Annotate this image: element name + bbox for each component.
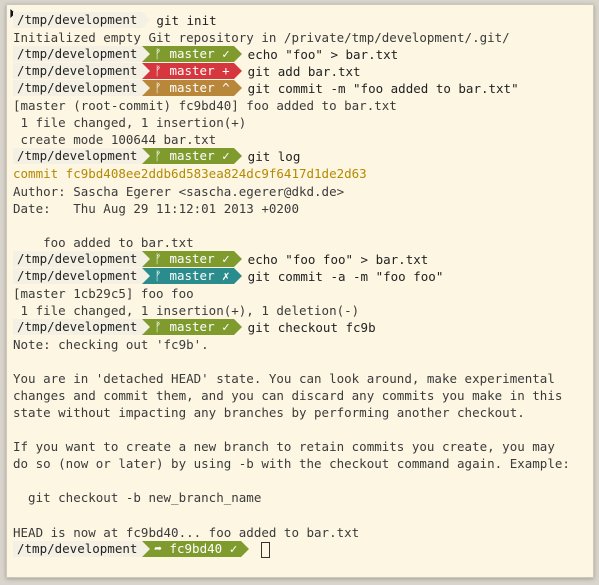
prompt-separator-arrow [142, 148, 151, 165]
output-line: commit fc9bd408ee2ddb6d583ea824dc9f6417d… [13, 166, 367, 182]
git-branch-segment: ᚠ master ✓ [150, 318, 234, 335]
prompt-directory: /tmp/development [13, 12, 143, 28]
output-line: foo added to bar.txt [13, 234, 194, 250]
prompt-separator-arrow [142, 63, 151, 80]
command-text: echo "foo foo" > bar.txt [247, 251, 429, 267]
git-status-icon: ^ [222, 80, 230, 96]
git-branch-icon: ᚠ [154, 148, 170, 164]
git-branch-name: master [169, 148, 215, 164]
prompt-directory: /tmp/development [13, 63, 143, 80]
git-branch-name: master [169, 63, 215, 79]
output-line: create mode 100644 bar.txt [13, 132, 217, 148]
git-branch-name: master [169, 267, 215, 283]
command-text: git commit -a -m "foo foo" [247, 268, 444, 284]
git-branch-segment: ᚠ master ^ [150, 80, 234, 97]
output-line: You are in 'detached HEAD' state. You ca… [13, 371, 555, 387]
git-branch-icon: ᚠ [154, 46, 170, 62]
git-status-icon: ✗ [222, 267, 230, 283]
output-line: [master 1cb29c5] foo foo [13, 285, 194, 301]
git-status-icon: ✓ [222, 250, 230, 266]
output-line: Note: checking out 'fc9b'. [13, 336, 209, 352]
output-line: changes and commit them, and you can dis… [13, 388, 563, 404]
prompt-end-arrow [233, 318, 242, 335]
output-line: 1 file changed, 1 insertion(+), 1 deleti… [13, 302, 360, 318]
output-line: 1 file changed, 1 insertion(+) [13, 115, 247, 131]
output-line: Author: Sascha Egerer <sascha.egerer@dkd… [13, 183, 345, 199]
command-text: git add bar.txt [247, 64, 361, 80]
prompt-end-arrow [233, 46, 242, 63]
git-branch-name: master [169, 80, 215, 96]
git-status-icon: ✓ [222, 318, 230, 334]
prompt-separator-arrow [142, 250, 151, 267]
prompt-separator-arrow [142, 46, 151, 63]
git-branch-segment: ᚠ master + [150, 63, 234, 80]
prompt-line: /tmp/development git init [13, 12, 217, 29]
git-status-icon: + [222, 63, 230, 79]
git-branch-name: master [169, 46, 215, 62]
prompt-line: /tmp/development ᚠ master ✓ echo "foo foo"… [13, 250, 429, 268]
command-text: git checkout fc9b [247, 319, 376, 335]
git-branch-segment: ᚠ master ✓ [150, 46, 234, 63]
prompt-directory: /tmp/development [13, 148, 143, 165]
prompt-line: /tmp/development ᚠ master ^ git commit -m … [13, 80, 519, 97]
git-branch-icon: ᚠ [154, 318, 170, 334]
git-branch-segment: ᚠ master ✓ [150, 148, 234, 165]
git-branch-segment: ᚠ master ✗ [150, 267, 234, 284]
prompt-separator-arrow [142, 267, 151, 284]
git-branch-name: master [169, 318, 215, 334]
prompt-end-arrow [233, 63, 242, 80]
prompt-directory: /tmp/development [13, 318, 143, 335]
prompt-line: /tmp/development ᚠ master ✓ git log [13, 148, 300, 165]
terminal-window[interactable]: /tmp/development git init Initialized empt… [6, 4, 594, 578]
git-branch-icon: ᚠ [154, 250, 170, 266]
command-text: git init [156, 13, 217, 28]
git-status-icon: ✓ [229, 540, 238, 556]
prompt-end-arrow [233, 148, 242, 165]
prompt-line: /tmp/development ᚠ master ✗ git commit -a … [13, 267, 444, 285]
git-branch-icon: ᚠ [154, 63, 170, 79]
prompt-end-arrow [233, 267, 242, 284]
command-text: echo "foo" > bar.txt [247, 47, 399, 63]
prompt-line: /tmp/development ᚠ master + git add bar.tx… [13, 63, 361, 80]
output-line: Date: Thu Aug 29 11:12:01 2013 +0200 [13, 200, 299, 216]
prompt-directory: /tmp/development [13, 540, 143, 557]
git-branch-name: ➦ fc9bd40 [154, 540, 223, 556]
output-line: do so (now or later) by using -b with th… [13, 456, 570, 472]
command-text: git log [247, 149, 301, 165]
git-branch-icon: ᚠ [154, 267, 170, 283]
prompt-directory: /tmp/development [13, 267, 143, 284]
prompt-end-arrow [233, 250, 242, 267]
prompt-line: /tmp/development ᚠ master ✓ echo "foo" > b… [13, 46, 398, 63]
prompt-line: /tmp/development ᚠ master ✓ git checkout f… [13, 318, 376, 336]
git-branch-name: master [169, 250, 215, 266]
output-line: [master (root-commit) fc9bd40] foo added… [13, 98, 397, 114]
git-branch-segment: ᚠ master ✓ [150, 250, 234, 267]
output-line: state without impacting any branches by … [13, 405, 525, 421]
output-line: git checkout -b new_branch_name [13, 490, 262, 506]
output-line: HEAD is now at fc9bd40... foo added to b… [13, 524, 360, 540]
prompt-directory: /tmp/development [13, 80, 143, 97]
prompt-separator-arrow [142, 318, 151, 335]
prompt-end-arrow [233, 80, 242, 97]
git-status-icon: ✓ [222, 46, 230, 62]
prompt-directory: /tmp/development [13, 46, 143, 63]
command-text [249, 542, 255, 557]
git-branch-icon: ᚠ [154, 80, 170, 96]
command-text: git commit -m "foo added to bar.txt" [247, 81, 519, 97]
prompt-separator-arrow [142, 540, 151, 557]
prompt-directory: /tmp/development [13, 250, 143, 267]
output-line: Initialized empty Git repository in /pri… [13, 30, 510, 46]
terminal-cursor[interactable] [261, 542, 271, 559]
git-status-icon: ✓ [222, 148, 230, 164]
output-line: If you want to create a new branch to re… [13, 439, 555, 455]
git-branch-segment: ➦ fc9bd40 ✓ [150, 540, 242, 557]
prompt-line: /tmp/development ➦ fc9bd40 ✓ [13, 540, 271, 559]
prompt-separator-arrow [142, 80, 151, 97]
